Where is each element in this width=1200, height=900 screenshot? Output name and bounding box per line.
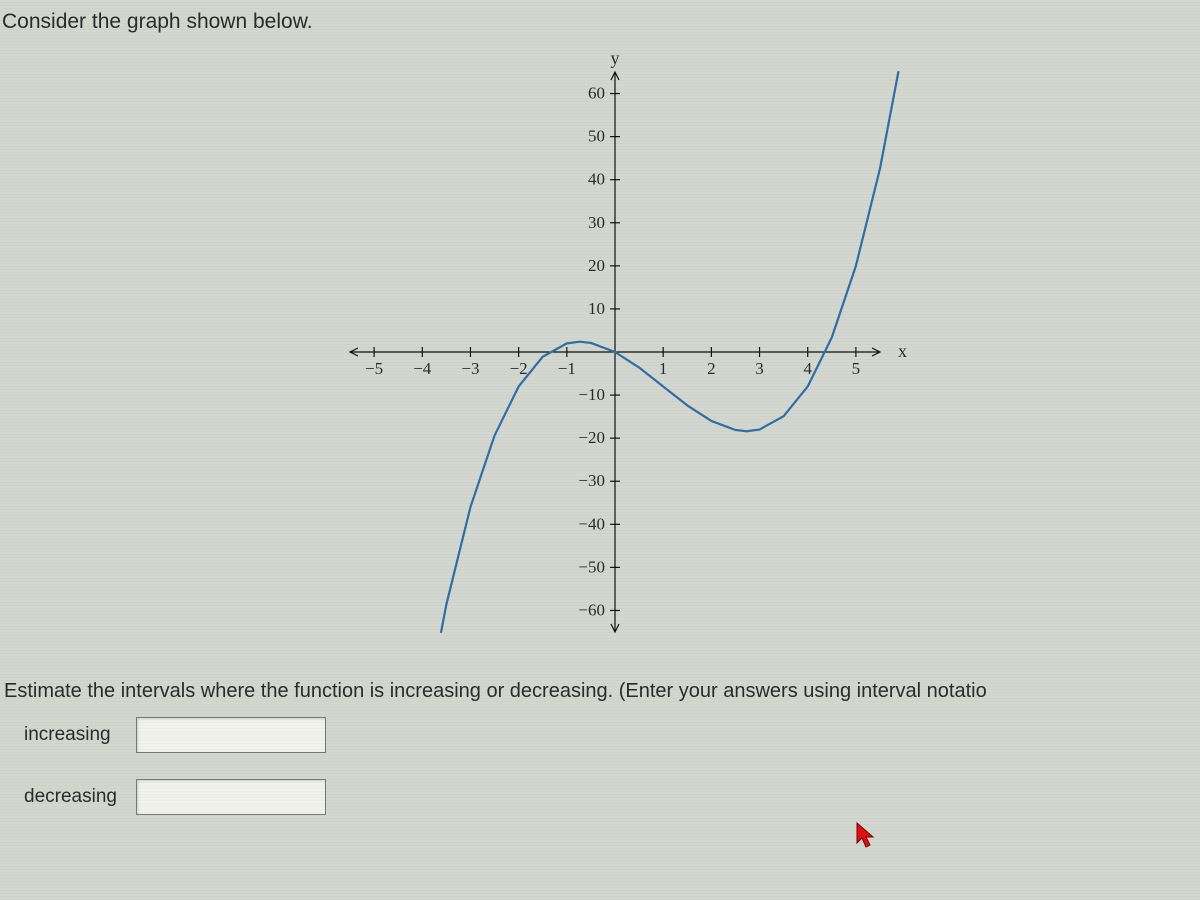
svg-text:−60: −60 [578, 600, 605, 619]
increasing-row: increasing [24, 717, 1200, 753]
svg-text:10: 10 [588, 299, 605, 318]
svg-text:1: 1 [659, 359, 668, 378]
svg-text:−1: −1 [558, 359, 576, 378]
svg-text:−4: −4 [413, 359, 432, 378]
svg-text:−3: −3 [461, 359, 479, 378]
svg-text:−2: −2 [510, 359, 528, 378]
function-graph: −5 −4 −3 −2 −1 1 2 3 4 5 −60 −50 −40 −30 −20 −10 10 20 30 4… [280, 42, 920, 662]
svg-text:30: 30 [588, 213, 605, 232]
question-text: Estimate the intervals where the functio… [4, 680, 1196, 703]
svg-text:3: 3 [755, 359, 764, 378]
svg-text:−20: −20 [578, 428, 605, 447]
decreasing-label: decreasing [24, 786, 136, 808]
svg-text:−40: −40 [578, 514, 605, 533]
increasing-input[interactable] [136, 717, 326, 753]
svg-text:4: 4 [803, 359, 812, 378]
svg-text:2: 2 [707, 359, 716, 378]
svg-text:60: 60 [588, 84, 605, 103]
svg-text:50: 50 [588, 127, 605, 146]
cursor-icon [856, 822, 878, 850]
svg-text:40: 40 [588, 170, 605, 189]
svg-text:−10: −10 [578, 385, 605, 404]
svg-text:−30: −30 [578, 471, 605, 490]
svg-text:y: y [611, 48, 620, 68]
svg-text:5: 5 [852, 359, 861, 378]
decreasing-input[interactable] [136, 779, 326, 815]
answer-block: increasing decreasing [24, 717, 1200, 815]
svg-text:−5: −5 [365, 359, 383, 378]
prompt-text: Consider the graph shown below. [2, 10, 1200, 34]
svg-text:20: 20 [588, 256, 605, 275]
decreasing-row: decreasing [24, 779, 1200, 815]
increasing-label: increasing [24, 724, 136, 746]
svg-text:−50: −50 [578, 557, 605, 576]
chart-container: −5 −4 −3 −2 −1 1 2 3 4 5 −60 −50 −40 −30 −20 −10 10 20 30 4… [0, 42, 1200, 662]
svg-text:x: x [898, 341, 907, 361]
